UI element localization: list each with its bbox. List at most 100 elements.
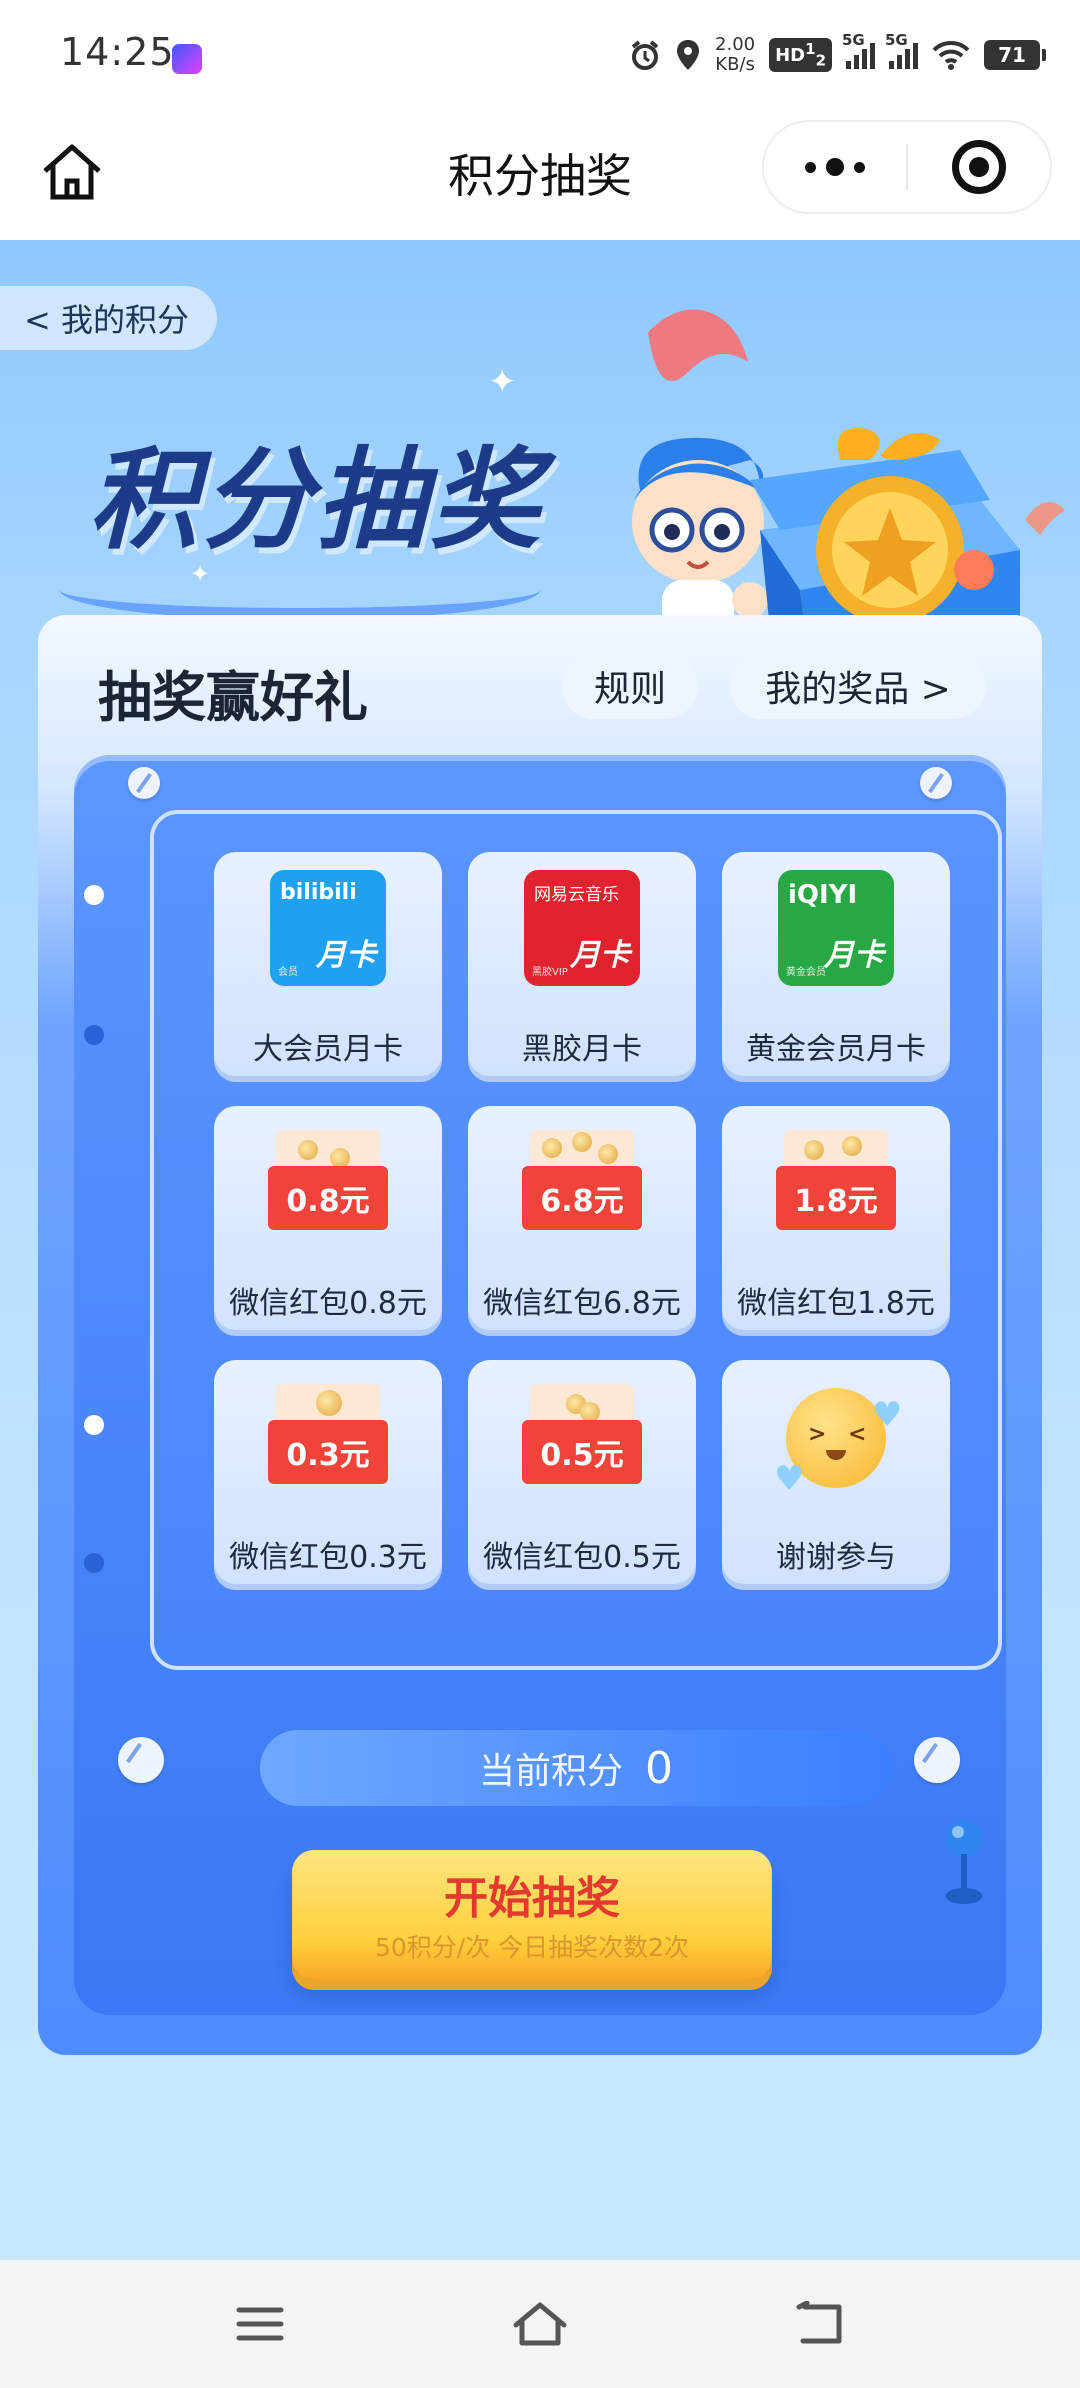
panel-heading: 抽奖赢好礼 xyxy=(98,666,368,729)
red-packet-icon: 0.5元 xyxy=(522,1384,642,1494)
back-to-my-points-button[interactable]: < 我的积分 xyxy=(0,286,217,350)
prize-label: 微信红包6.8元 xyxy=(483,1286,681,1321)
heart-icon: ♥ xyxy=(774,1459,805,1499)
lottery-panel: 抽奖赢好礼 规则 我的奖品 > bilibili 会员 月卡 大会员月卡 网易云… xyxy=(38,615,1042,2055)
speed-unit: KB/s xyxy=(715,54,755,75)
back-icon xyxy=(796,2301,842,2344)
network-type-1: 5G xyxy=(842,31,865,49)
sparkle-icon: ✦ xyxy=(488,362,517,402)
red-packet-icon: 0.3元 xyxy=(268,1384,388,1494)
hero-title: 积分抽奖 xyxy=(88,436,544,564)
system-navigation-bar xyxy=(0,2260,1080,2388)
card-brand: bilibili xyxy=(280,880,357,905)
prize-cell: bilibili 会员 月卡 大会员月卡 xyxy=(214,852,442,1082)
red-packet-icon: 0.8元 xyxy=(268,1130,388,1240)
hd-label: HD xyxy=(775,45,806,67)
menu-button[interactable] xyxy=(225,2289,295,2359)
more-dots-icon xyxy=(805,161,816,173)
status-bar: 14:25 2.00 KB/s HD12 5G 5G 71 xyxy=(0,0,1080,110)
prize-cell: 网易云音乐 黑胶VIP 月卡 黑胶月卡 xyxy=(468,852,696,1082)
network-speed: 2.00 KB/s xyxy=(715,35,755,75)
prize-cell: 6.8元 微信红包6.8元 xyxy=(468,1106,696,1336)
prize-cell: 0.8元 微信红包0.8元 xyxy=(214,1106,442,1336)
screw-decoration xyxy=(914,1737,960,1783)
red-packet-amount: 0.8元 xyxy=(268,1166,388,1230)
status-time: 14:25 xyxy=(60,30,175,74)
current-points-bar: 当前积分 0 xyxy=(260,1730,892,1806)
prize-label: 微信红包0.8元 xyxy=(229,1286,427,1321)
card-small-text: 会员 xyxy=(278,967,298,978)
card-month-text: 月卡 xyxy=(824,938,884,973)
location-icon xyxy=(677,40,700,70)
side-light-decoration xyxy=(84,1025,104,1045)
red-packet-amount: 0.3元 xyxy=(268,1420,388,1484)
prize-label: 微信红包0.3元 xyxy=(229,1540,427,1575)
app-notification-icon xyxy=(172,44,202,74)
home-outline-icon xyxy=(513,2302,567,2346)
hd-badge: HD12 xyxy=(769,38,832,72)
close-button[interactable] xyxy=(908,122,1050,212)
signal-icon-1: 5G xyxy=(842,31,875,69)
mini-program-capsule xyxy=(762,120,1052,214)
more-button[interactable] xyxy=(764,122,906,212)
title-bar: 积分抽奖 xyxy=(0,110,1080,240)
card-month-text: 月卡 xyxy=(316,938,376,973)
card-small-text: 黑胶VIP xyxy=(532,967,568,978)
prize-label: 黄金会员月卡 xyxy=(746,1032,926,1067)
prize-cell: 1.8元 微信红包1.8元 xyxy=(722,1106,950,1336)
network-type-2: 5G xyxy=(885,31,908,49)
lottery-page: < 我的积分 ✦ ✦ 积分抽奖 抽奖赢好礼 规则 我的奖品 > bilibili… xyxy=(0,240,1080,2260)
red-packet-amount: 0.5元 xyxy=(522,1420,642,1484)
start-draw-button[interactable]: 开始抽奖 50积分/次 今日抽奖次数2次 xyxy=(292,1850,772,1980)
card-brand: 网易云音乐 xyxy=(534,885,619,905)
side-light-decoration xyxy=(84,885,104,905)
prize-grid: bilibili 会员 月卡 大会员月卡 网易云音乐 黑胶VIP 月卡 黑胶月卡 xyxy=(150,810,1002,1670)
netease-music-card-icon: 网易云音乐 黑胶VIP 月卡 xyxy=(524,870,640,986)
joystick-icon xyxy=(946,1820,982,1904)
prize-cell: 0.3元 微信红包0.3元 xyxy=(214,1360,442,1590)
prize-label: 大会员月卡 xyxy=(253,1032,403,1067)
red-packet-icon: 1.8元 xyxy=(776,1130,896,1240)
prize-label: 微信红包1.8元 xyxy=(737,1286,935,1321)
side-light-decoration xyxy=(84,1553,104,1573)
screw-decoration xyxy=(118,1737,164,1783)
battery-indicator: 71 xyxy=(984,40,1046,70)
prize-label: 谢谢参与 xyxy=(776,1540,896,1575)
signal-icon-2: 5G xyxy=(885,31,918,69)
hero-swoosh-decoration xyxy=(60,560,540,620)
iqiyi-card-icon: iQIYI 黄金会员 月卡 xyxy=(778,870,894,986)
side-light-decoration xyxy=(84,1415,104,1435)
draw-button-label: 开始抽奖 xyxy=(444,1873,620,1924)
sim-1-label: 1 xyxy=(805,40,816,59)
ribbon-decoration-icon xyxy=(648,309,748,381)
screw-decoration xyxy=(128,767,160,799)
prize-cell: iQIYI 黄金会员 月卡 黄金会员月卡 xyxy=(722,852,950,1082)
target-close-icon xyxy=(951,140,1006,194)
card-small-text: 黄金会员 xyxy=(786,967,826,978)
wifi-icon xyxy=(932,40,970,70)
alarm-icon xyxy=(631,40,659,70)
red-packet-amount: 6.8元 xyxy=(522,1166,642,1230)
nav-back-button[interactable] xyxy=(785,2289,855,2359)
nav-home-button[interactable] xyxy=(505,2289,575,2359)
points-label: 当前积分 xyxy=(478,1751,623,1792)
screw-decoration xyxy=(920,767,952,799)
sim-2-label: 2 xyxy=(815,51,826,70)
prize-cell: 0.5元 微信红包0.5元 xyxy=(468,1360,696,1590)
heart-icon: ♥ xyxy=(872,1395,903,1435)
prize-label: 黑胶月卡 xyxy=(522,1032,642,1067)
card-month-text: 月卡 xyxy=(570,938,630,973)
status-icons: 2.00 KB/s HD12 5G 5G 71 xyxy=(629,30,1046,80)
prize-cell: > < ♥ ♥ 谢谢参与 xyxy=(722,1360,950,1590)
rules-button[interactable]: 规则 xyxy=(562,653,698,719)
draw-button-sublabel: 50积分/次 今日抽奖次数2次 xyxy=(374,1933,690,1962)
red-packet-icon: 6.8元 xyxy=(522,1130,642,1240)
points-value: 0 xyxy=(645,1742,673,1794)
lottery-machine: bilibili 会员 月卡 大会员月卡 网易云音乐 黑胶VIP 月卡 黑胶月卡 xyxy=(74,755,1006,2015)
red-packet-amount: 1.8元 xyxy=(776,1166,896,1230)
my-prizes-button[interactable]: 我的奖品 > xyxy=(730,653,986,719)
prize-label: 微信红包0.5元 xyxy=(483,1540,681,1575)
bilibili-card-icon: bilibili 会员 月卡 xyxy=(270,870,386,986)
speed-value: 2.00 xyxy=(715,34,756,55)
card-brand: iQIYI xyxy=(788,880,858,910)
